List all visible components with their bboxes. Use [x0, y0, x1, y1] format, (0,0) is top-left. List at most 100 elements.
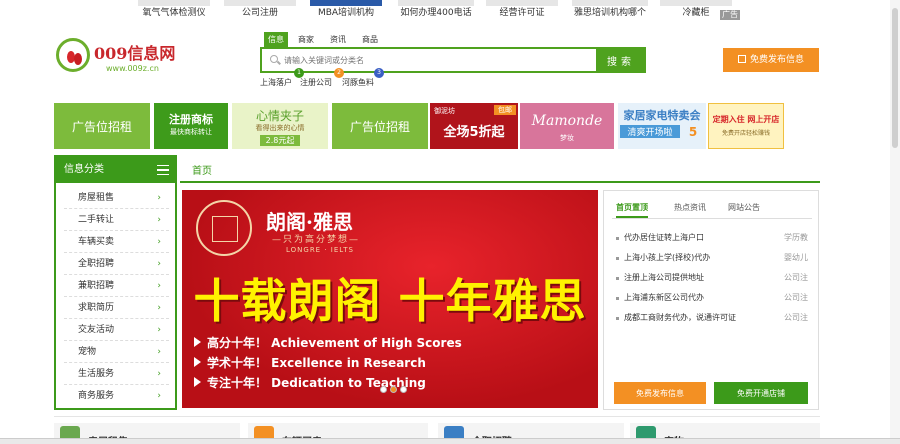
top-ad-item[interactable]: 氧气气体检测仪	[138, 0, 210, 20]
ad-banner[interactable]: 御泥坊 全场5折起 包邮	[430, 103, 518, 149]
top-ad-caption: 雅思培训机构哪个	[573, 8, 646, 18]
search-tab-goods[interactable]: 商品	[358, 32, 382, 47]
slider-brand: 朗阁·雅思	[266, 210, 353, 234]
top-ad-caption: 公司注册	[241, 8, 278, 18]
ad-banner[interactable]: 定期入住 网上开店 免费开店轻松赚钱	[708, 103, 784, 149]
sidebar-item-label: 二手转让	[78, 215, 115, 225]
sidebar-header: 信息分类	[56, 157, 175, 183]
ad-banner[interactable]: 广告位招租	[54, 103, 150, 149]
edit-icon	[737, 55, 746, 63]
sidebar-item[interactable]: 车辆买卖 ›	[64, 231, 169, 253]
search-tab-news[interactable]: 资讯	[326, 32, 350, 47]
sidebar-item[interactable]: 全职招聘 ›	[64, 253, 169, 275]
banner-brand: 御泥坊	[434, 107, 455, 115]
top-ad-item[interactable]: 雅思培训机构哪个	[572, 0, 648, 20]
news-item[interactable]: 上海浦东新区公司代办 公司注	[616, 292, 808, 306]
sidebar-item[interactable]: 生活服务 ›	[64, 363, 169, 385]
ad-banner[interactable]: 心情夹子 看得出来的心情 2.8元起	[232, 103, 328, 149]
site-logo[interactable]: 009信息网 www.009z.cn	[56, 36, 186, 81]
chevron-right-icon: ›	[157, 237, 161, 247]
ad-banner-row: 广告位招租 注册商标 最快商标转让 心情夹子 看得出来的心情 2.8元起 广告位…	[54, 103, 794, 149]
nav-home-link[interactable]: 首页	[192, 162, 212, 177]
news-item[interactable]: 代办居住证转上海户口 学历教	[616, 232, 808, 246]
sidebar-item[interactable]: 兼职招聘 ›	[64, 275, 169, 297]
publish-info-button[interactable]: 免费发布信息	[723, 48, 819, 72]
chevron-right-icon: ›	[157, 281, 161, 291]
top-ad-caption: 如何办理400电话	[400, 8, 472, 18]
search-input[interactable]	[264, 50, 594, 70]
search-area: 信息 商家 资讯 商品 搜索 1 上海落户 2 注册公司 3 河豚鱼料	[260, 32, 646, 90]
banner-tag: 包邮	[494, 105, 516, 115]
news-category: 公司注	[784, 273, 808, 282]
search-button[interactable]: 搜索	[596, 47, 646, 73]
slider-line: 学术十年！ Excellence in Research	[194, 354, 426, 371]
news-item[interactable]: 成都工商财务代办，说通许可证 公司注	[616, 312, 808, 326]
news-tab-notice[interactable]: 网站公告	[728, 202, 760, 213]
ad-banner[interactable]: 注册商标 最快商标转让	[154, 103, 228, 149]
sidebar-item[interactable]: 商务服务 ›	[64, 385, 169, 407]
sidebar-item[interactable]: 二手转让 ›	[64, 209, 169, 231]
chevron-right-icon: ›	[157, 369, 161, 379]
open-shop-button[interactable]: 免费开通店铺	[714, 382, 808, 404]
cherry-logo-icon	[56, 38, 90, 72]
publish-label: 免费发布信息	[749, 55, 804, 65]
top-ad-caption: 氧气气体检测仪	[142, 8, 206, 18]
logo-url: www.009z.cn	[106, 64, 159, 73]
hot-search-link[interactable]: 上海落户	[260, 77, 292, 88]
bullet-icon	[616, 257, 619, 260]
top-ad-caption: MBA培训机构	[317, 8, 375, 18]
news-tab-top[interactable]: 首页置顶	[616, 202, 648, 218]
slider-line-text: 学术十年！ Excellence in Research	[207, 356, 426, 370]
search-tab-info[interactable]: 信息	[264, 32, 288, 47]
slider-dot[interactable]	[400, 386, 407, 393]
slider-dot[interactable]	[390, 386, 397, 393]
chevron-right-icon: ›	[157, 259, 161, 269]
news-item[interactable]: 上海小孩上学(择校)代办 婴幼儿	[616, 252, 808, 266]
sidebar-item[interactable]: 求职简历 ›	[64, 297, 169, 319]
vertical-scrollbar[interactable]	[890, 0, 900, 438]
sidebar-item-label: 房屋租售	[78, 193, 115, 203]
ad-tag: 广告	[720, 10, 740, 20]
sidebar-item-label: 全职招聘	[78, 259, 115, 269]
ad-banner[interactable]: 家居家电特卖会 清爽开场啦 5	[618, 103, 706, 149]
slider-dot[interactable]	[380, 386, 387, 393]
sidebar-item-label: 交友活动	[78, 325, 115, 335]
sidebar-item-label: 商务服务	[78, 391, 115, 401]
search-tab-merchant[interactable]: 商家	[294, 32, 318, 47]
chevron-right-icon: ›	[157, 303, 161, 313]
banner-subtext: 清爽开场啦	[620, 125, 680, 138]
banner-text: 广告位招租	[349, 120, 410, 134]
ad-banner[interactable]: Mamonde 梦妆	[520, 103, 614, 149]
bullet-icon	[616, 277, 619, 280]
sidebar-title: 信息分类	[64, 164, 104, 175]
chevron-right-icon: ›	[157, 193, 161, 203]
ad-banner[interactable]: 广告位招租	[332, 103, 428, 149]
news-item[interactable]: 注册上海公司提供地址 公司注	[616, 272, 808, 286]
top-ad-item[interactable]: MBA培训机构	[310, 0, 382, 20]
hot-search-link[interactable]: 注册公司	[300, 77, 332, 88]
slider-subtitle: —只为高分梦想—	[272, 235, 361, 245]
category-sidebar: 信息分类 房屋租售 › 二手转让 › 车辆买卖 › 全职招聘 › 兼职招聘 › 求职简历 ›…	[54, 155, 177, 410]
sidebar-item[interactable]: 房屋租售 ›	[64, 187, 169, 209]
free-publish-button[interactable]: 免费发布信息	[614, 382, 706, 404]
slider-line-text: 高分十年！ Achievement of High Scores	[207, 336, 462, 350]
chevron-right-icon: ›	[157, 325, 161, 335]
news-title: 上海浦东新区公司代办	[624, 293, 704, 302]
banner-text: 广告位招租	[71, 120, 132, 134]
news-title: 代办居住证转上海户口	[624, 233, 704, 242]
banner-text: Mamonde	[531, 113, 603, 129]
promo-slider[interactable]: 朗阁·雅思 —只为高分梦想— LONGRE · IELTS 十载朗阁 十年雅思 …	[182, 190, 598, 408]
hot-search-link[interactable]: 河豚鱼料	[342, 77, 374, 88]
banner-subtext: 免费开店轻松赚钱	[721, 130, 770, 137]
menu-icon[interactable]	[157, 165, 169, 175]
sidebar-item[interactable]: 交友活动 ›	[64, 319, 169, 341]
top-ad-item[interactable]: 如何办理400电话	[398, 0, 474, 20]
top-ad-item[interactable]: 经营许可证	[486, 0, 558, 20]
news-tab-hot[interactable]: 热点资讯	[674, 202, 706, 213]
scrollbar-thumb[interactable]	[892, 8, 898, 148]
sidebar-item[interactable]: 宠物 ›	[64, 341, 169, 363]
sidebar-item-label: 宠物	[78, 347, 97, 357]
top-ad-item[interactable]: 公司注册	[224, 0, 296, 20]
news-title: 成都工商财务代办，说通许可证	[624, 313, 736, 322]
triangle-icon	[194, 377, 201, 387]
